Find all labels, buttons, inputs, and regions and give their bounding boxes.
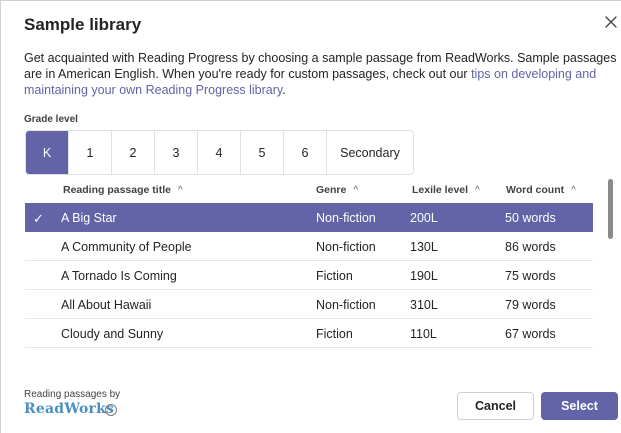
passage-lexile: 200L [410, 211, 438, 225]
column-header-lexile[interactable]: Lexile level ^ [412, 184, 480, 196]
intro-tail: . [282, 83, 286, 97]
close-icon[interactable] [604, 15, 618, 29]
passage-word-count: 75 words [505, 269, 556, 283]
passage-lexile: 190L [410, 269, 438, 283]
passage-word-count: 50 words [505, 211, 556, 225]
dialog-title: Sample library [24, 15, 142, 34]
column-header-genre[interactable]: Genre ^ [316, 184, 358, 196]
column-header-title[interactable]: Reading passage title ^ [63, 184, 183, 196]
passage-table: Reading passage title ^ Genre ^ Lexile lev… [25, 177, 593, 348]
table-row[interactable]: A Tornado Is Coming Fiction 190L 75 word… [25, 261, 593, 290]
passage-title: Cloudy and Sunny [61, 327, 164, 341]
passage-lexile: 130L [410, 240, 438, 254]
table-row[interactable]: A Community of People Non-fiction 130L 8… [25, 232, 593, 261]
column-header-word-count[interactable]: Word count ^ [506, 184, 576, 196]
passage-word-count: 79 words [505, 298, 556, 312]
credit-text: Reading passages by [24, 389, 121, 400]
passage-lexile: 110L [410, 327, 437, 341]
table-header: Reading passage title ^ Genre ^ Lexile lev… [25, 177, 593, 203]
checkmark-icon: ✓ [33, 211, 44, 226]
cancel-button[interactable]: Cancel [457, 392, 534, 420]
passage-title: A Community of People [61, 240, 192, 254]
passage-genre: Non-fiction [316, 298, 376, 312]
info-icon[interactable]: i [105, 404, 117, 416]
passage-lexile: 310L [410, 298, 438, 312]
passage-genre: Non-fiction [316, 211, 376, 225]
passage-word-count: 67 words [505, 327, 556, 341]
passage-title: A Tornado Is Coming [61, 269, 177, 283]
table-row[interactable]: All About Hawaii Non-fiction 310L 79 wor… [25, 290, 593, 319]
passage-title: A Big Star [61, 211, 117, 225]
grade-option-1[interactable]: 1 [69, 131, 112, 174]
passage-genre: Fiction [316, 327, 353, 341]
chevron-up-icon: ^ [177, 185, 183, 196]
select-button[interactable]: Select [541, 392, 618, 420]
chevron-up-icon: ^ [571, 185, 576, 196]
readworks-logo: ReadWorks [24, 401, 115, 417]
passage-word-count: 86 words [505, 240, 556, 254]
passage-genre: Non-fiction [316, 240, 376, 254]
grade-option-5[interactable]: 5 [241, 131, 284, 174]
passage-title: All About Hawaii [61, 298, 152, 312]
grade-level-selector: K 1 2 3 4 5 6 Secondary [25, 130, 414, 175]
grade-level-label: Grade level [24, 114, 78, 125]
passage-genre: Fiction [316, 269, 353, 283]
sample-library-dialog: Sample library Get acquainted with Readi… [0, 0, 621, 433]
grade-option-k[interactable]: K [26, 131, 69, 174]
chevron-up-icon: ^ [475, 185, 480, 196]
intro-text: Get acquainted with Reading Progress by … [24, 50, 621, 98]
table-row[interactable]: ✓ A Big Star Non-fiction 200L 50 words [25, 203, 593, 232]
grade-option-secondary[interactable]: Secondary [327, 131, 413, 174]
grade-option-4[interactable]: 4 [198, 131, 241, 174]
table-scrollbar[interactable] [608, 179, 613, 239]
chevron-up-icon: ^ [353, 185, 359, 196]
table-row[interactable]: Cloudy and Sunny Fiction 110L 67 words [25, 319, 593, 348]
grade-option-6[interactable]: 6 [284, 131, 327, 174]
grade-option-2[interactable]: 2 [112, 131, 155, 174]
grade-option-3[interactable]: 3 [155, 131, 198, 174]
